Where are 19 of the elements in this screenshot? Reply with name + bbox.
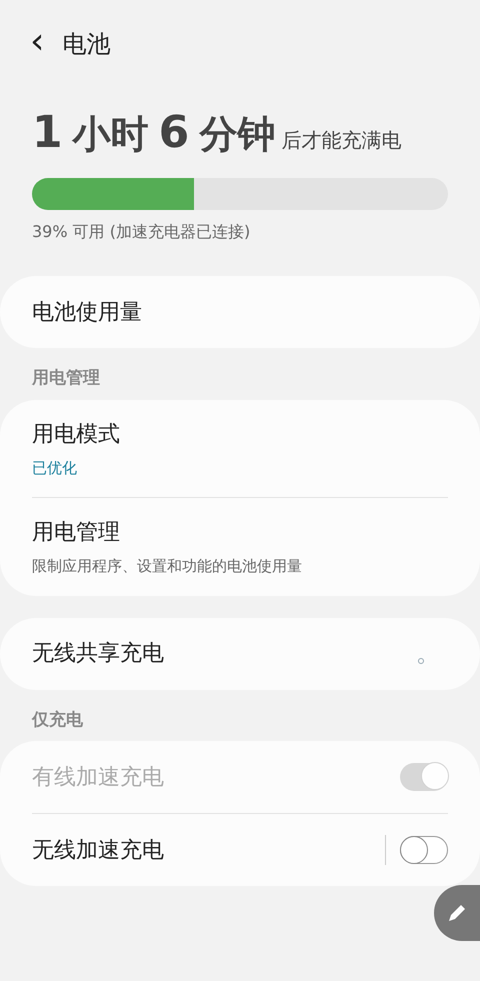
item-title[interactable]: 无线加速充电 <box>32 834 164 866</box>
item-title: 有线加速充电 <box>32 764 164 792</box>
charge-time: 1 小时 6 分钟 <box>32 106 276 160</box>
section-header: 用电管理 <box>30 367 101 390</box>
battery-status: 39% 可用 (加速充电器已连接) <box>31 221 252 243</box>
charge-suffix: 后才能充满电 <box>281 127 402 154</box>
item-subtitle: 限制应用程序、设置和功能的电池使用量 <box>32 556 302 577</box>
section-header: 仅充电 <box>30 708 84 732</box>
item-title[interactable]: 用电管理 <box>32 516 302 549</box>
page-title: 电池 <box>62 29 110 60</box>
item-title[interactable]: 电池使用量 <box>32 296 142 328</box>
item-title[interactable]: 用电模式 <box>32 418 120 450</box>
ring-icon <box>418 658 424 664</box>
back-button[interactable]: ‹ <box>30 24 44 60</box>
item-title[interactable]: 无线共享充电 <box>32 637 164 670</box>
pencil-icon <box>446 902 468 924</box>
item-subtitle: 已优化 <box>32 458 78 478</box>
toggle-switch[interactable] <box>400 836 448 864</box>
edit-button[interactable] <box>434 885 480 941</box>
